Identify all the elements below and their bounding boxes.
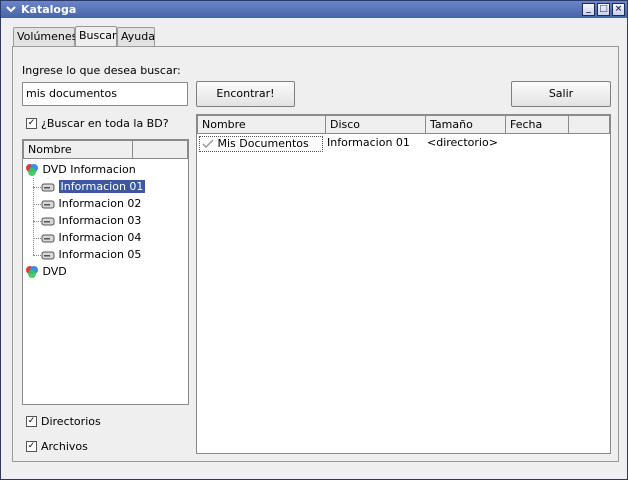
window-menu-icon[interactable]: [5, 3, 17, 15]
tree-guide-line: [33, 238, 41, 239]
whole-db-checkbox[interactable]: ✓: [26, 118, 37, 129]
drive-icon: [41, 198, 55, 210]
tree-node-informacion-02[interactable]: Informacion 02: [41, 196, 141, 212]
tree-node-informacion-01[interactable]: Informacion 01: [41, 179, 146, 195]
files-label: Archivos: [41, 440, 88, 453]
column-header-disco[interactable]: Disco: [325, 115, 426, 134]
result-disk: Informacion 01: [327, 136, 410, 149]
search-prompt: Ingrese lo que desea buscar:: [22, 64, 181, 77]
title-bar[interactable]: Kataloga _ □ ×: [1, 1, 627, 18]
result-size: <directorio>: [427, 136, 498, 149]
tab-buscar[interactable]: Buscar: [75, 26, 117, 47]
exit-button[interactable]: Salir: [511, 81, 611, 107]
window-title: Kataloga: [21, 3, 77, 16]
column-header-tamano[interactable]: Tamaño: [425, 115, 506, 134]
tree-node-dvd-informacion[interactable]: DVD Informacion: [25, 162, 136, 178]
column-header-nombre[interactable]: Nombre: [197, 115, 326, 134]
result-name-cell[interactable]: Mis Documentos: [199, 136, 323, 152]
results-table[interactable]: Nombre Disco Tamaño Fecha Mis Documentos…: [196, 114, 611, 454]
minimize-icon[interactable]: _: [582, 3, 595, 16]
app-window: Kataloga _ □ × Volúmenes Buscar Ayuda In…: [0, 0, 628, 480]
dvd-icon: [25, 163, 39, 177]
directories-checkbox[interactable]: ✓: [26, 416, 37, 427]
tree-guide-line: [33, 178, 34, 255]
tree-node-informacion-03[interactable]: Informacion 03: [41, 213, 141, 229]
close-icon[interactable]: ×: [612, 3, 625, 16]
drive-icon: [41, 232, 55, 244]
column-header-spacer: [568, 115, 610, 134]
drive-icon: [41, 215, 55, 227]
drive-icon: [41, 249, 55, 261]
folder-check-icon: [202, 139, 214, 149]
find-button[interactable]: Encontrar!: [196, 81, 295, 107]
tab-volumenes[interactable]: Volúmenes: [13, 27, 77, 46]
volume-tree[interactable]: Nombre DVD Informacion Informacion 01 In…: [22, 139, 189, 405]
tree-node-label: Informacion 05: [58, 248, 142, 261]
tree-node-label: Informacion 03: [58, 214, 142, 227]
dvd-icon: [25, 265, 39, 279]
tree-guide-line: [33, 221, 41, 222]
directories-label: Directorios: [41, 415, 101, 428]
tree-guide-line: [33, 255, 41, 256]
tab-ayuda[interactable]: Ayuda: [117, 27, 155, 46]
column-header-fecha[interactable]: Fecha: [505, 115, 569, 134]
tree-node-label: DVD Informacion: [42, 163, 136, 176]
tree-node-label: Informacion 04: [58, 231, 142, 244]
tree-guide-line: [33, 204, 41, 205]
tree-header-nombre[interactable]: Nombre: [23, 140, 133, 159]
drive-icon: [41, 181, 55, 193]
tree-node-label: DVD: [42, 265, 67, 278]
files-checkbox[interactable]: ✓: [26, 441, 37, 452]
maximize-icon[interactable]: □: [597, 3, 610, 16]
tree-node-informacion-05[interactable]: Informacion 05: [41, 247, 141, 263]
search-input[interactable]: mis documentos: [22, 82, 188, 106]
tree-node-informacion-04[interactable]: Informacion 04: [41, 230, 141, 246]
tree-guide-line: [33, 187, 41, 188]
whole-db-label: ¿Buscar en toda la BD?: [41, 117, 169, 130]
tree-node-dvd[interactable]: DVD: [25, 264, 67, 280]
tree-node-label: Informacion 02: [58, 197, 142, 210]
tree-header-spacer: [132, 140, 188, 159]
tree-node-label: Informacion 01: [58, 180, 146, 193]
result-name: Mis Documentos: [217, 137, 309, 150]
